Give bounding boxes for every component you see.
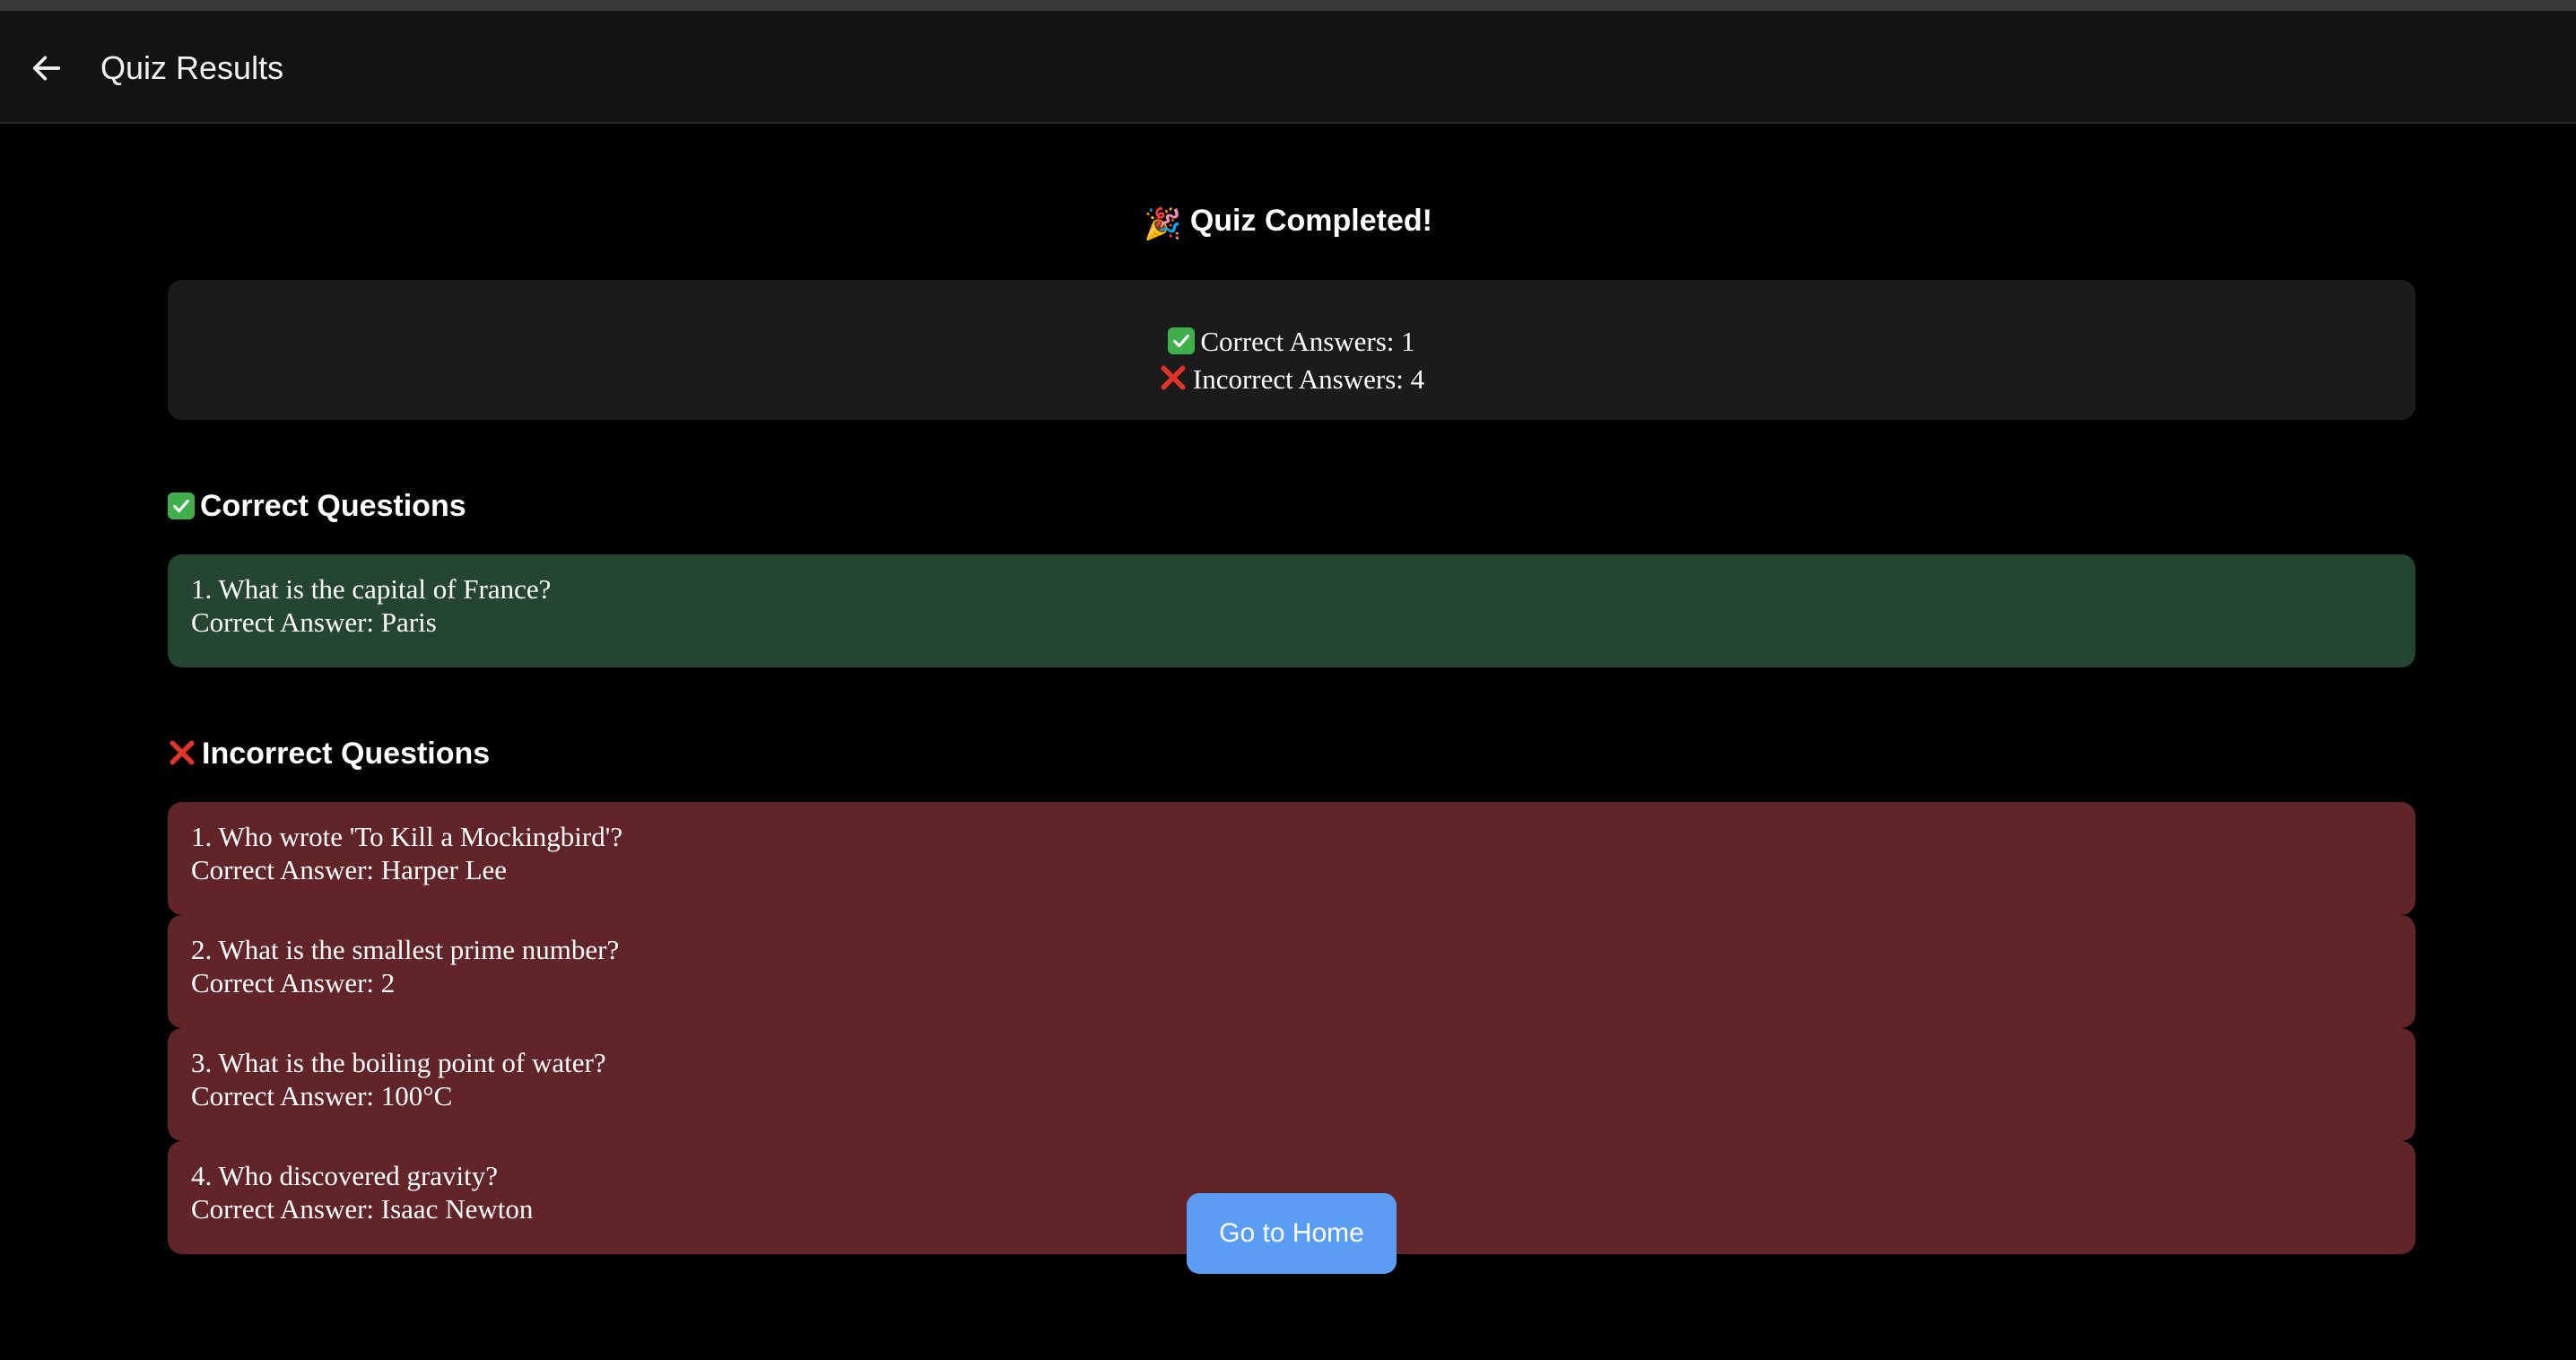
window-top-strip — [0, 0, 2576, 11]
incorrect-count-text: Incorrect Answers: 4 — [1192, 363, 1425, 395]
back-button[interactable] — [25, 47, 68, 90]
correct-question-card: 1. What is the capital of France? Correc… — [168, 554, 2415, 667]
page-title: Quiz Results — [100, 49, 284, 86]
arrow-left-icon — [32, 56, 61, 81]
incorrect-section-title: Incorrect Questions — [168, 734, 490, 773]
check-mark-icon — [1168, 327, 1196, 354]
check-mark-icon — [168, 493, 195, 519]
incorrect-count-line: Incorrect Answers: 4 — [168, 361, 2415, 398]
correct-section-title: Correct Questions — [168, 486, 466, 526]
question-text: 1. Who wrote 'To Kill a Mockingbird'? — [191, 821, 623, 852]
completion-heading-text: Quiz Completed! — [1189, 204, 1432, 238]
answer-text: Correct Answer: 2 — [191, 967, 396, 998]
completion-heading: 🎉 Quiz Completed! — [0, 201, 2576, 244]
answer-text: Correct Answer: 100°C — [191, 1080, 453, 1112]
question-text: 1. What is the capital of France? — [191, 573, 552, 605]
correct-section-title-text: Correct Questions — [200, 489, 466, 523]
answer-text: Correct Answer: Paris — [191, 606, 437, 638]
question-text: 3. What is the boiling point of water? — [191, 1047, 606, 1078]
cross-mark-icon — [1161, 365, 1186, 390]
party-popper-icon: 🎉 — [1144, 207, 1182, 241]
answer-text: Correct Answer: Harper Lee — [191, 854, 508, 885]
correct-count-text: Correct Answers: 1 — [1200, 326, 1415, 357]
correct-count-line: Correct Answers: 1 — [168, 323, 2415, 361]
app-bar: Quiz Results — [0, 11, 2576, 124]
score-summary: Correct Answers: 1 Incorrect Answers: 4 — [168, 280, 2415, 420]
cross-mark-icon — [170, 740, 195, 765]
go-to-home-button[interactable]: Go to Home — [1187, 1193, 1397, 1274]
incorrect-question-card: 1. Who wrote 'To Kill a Mockingbird'? Co… — [168, 802, 2415, 915]
question-text: 2. What is the smallest prime number? — [191, 934, 620, 965]
question-text: 4. Who discovered gravity? — [191, 1160, 499, 1191]
incorrect-question-card: 2. What is the smallest prime number? Co… — [168, 915, 2415, 1028]
incorrect-section-title-text: Incorrect Questions — [202, 737, 491, 771]
incorrect-question-card: 3. What is the boiling point of water? C… — [168, 1028, 2415, 1141]
